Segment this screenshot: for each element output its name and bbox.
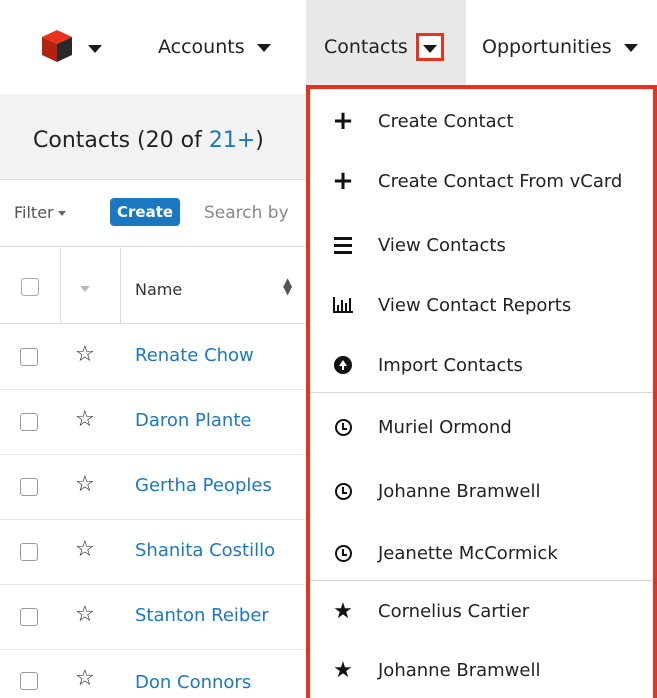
contacts-menu-toggle[interactable]: [415, 33, 444, 61]
menu-item-label: Jeanette McCormick: [378, 542, 558, 564]
table-row: ☆ Gertha Peoples: [0, 455, 310, 520]
nav-accounts-label: Accounts: [158, 36, 245, 58]
favorite-star-icon[interactable]: ☆: [75, 537, 95, 562]
menu-item-import-contacts[interactable]: Import Contacts: [310, 333, 653, 397]
chevron-down-icon[interactable]: [623, 44, 638, 52]
row-checkbox[interactable]: [20, 543, 38, 561]
plus-icon: +: [332, 106, 354, 136]
name-column-header[interactable]: Name: [135, 280, 182, 299]
menu-item-label: View Contact Reports: [378, 294, 572, 316]
contact-name-link[interactable]: Renate Chow: [135, 345, 254, 366]
menu-item-label: View Contacts: [378, 234, 506, 256]
contact-name-link[interactable]: Stanton Reiber: [135, 605, 269, 626]
table-row: ☆ Daron Plante: [0, 390, 310, 455]
menu-item-favorite-contact[interactable]: ★ Cornelius Cartier: [310, 579, 653, 643]
star-icon: ★: [333, 598, 353, 624]
menu-item-recent-contact[interactable]: Jeanette McCormick: [310, 521, 653, 585]
clock-icon: [332, 416, 354, 438]
nav-contacts[interactable]: Contacts: [306, 0, 466, 94]
bar-chart-icon: [332, 294, 354, 316]
menu-item-view-contact-reports[interactable]: View Contact Reports: [310, 273, 653, 337]
filter-dropdown[interactable]: Filter: [14, 203, 66, 222]
chevron-down-icon: [422, 44, 437, 53]
plus-icon: +: [332, 166, 354, 196]
page-title: Contacts (20 of 21+): [33, 128, 264, 153]
row-checkbox[interactable]: [20, 413, 38, 431]
table-row: ☆ Renate Chow: [0, 325, 310, 390]
nav-contacts-label: Contacts: [324, 36, 408, 58]
menu-item-label: Johanne Bramwell: [378, 480, 541, 502]
menu-item-label: Create Contact: [378, 110, 514, 132]
mass-action-caret-icon[interactable]: [80, 286, 90, 292]
contact-name-link[interactable]: Daron Plante: [135, 410, 251, 431]
menu-item-recent-contact[interactable]: Muriel Ormond: [310, 395, 653, 459]
top-nav: Accounts Contacts Opportunities: [0, 0, 657, 94]
star-icon: ★: [333, 657, 353, 683]
row-checkbox[interactable]: [20, 672, 38, 690]
menu-item-create-from-vcard[interactable]: + Create Contact From vCard: [310, 149, 653, 213]
clock-icon: [332, 480, 354, 502]
chevron-down-icon[interactable]: [256, 44, 271, 52]
table-row: ☆ Shanita Costillo: [0, 520, 310, 585]
menu-item-view-contacts[interactable]: View Contacts: [310, 213, 653, 277]
column-divider: [120, 248, 121, 324]
chevron-down-icon: [57, 211, 66, 216]
contact-name-link[interactable]: Don Connors: [135, 672, 251, 693]
nav-opportunities[interactable]: Opportunities: [482, 0, 638, 94]
menu-item-label: Create Contact From vCard: [378, 170, 623, 192]
favorite-star-icon[interactable]: ☆: [75, 342, 95, 367]
row-checkbox[interactable]: [20, 608, 38, 626]
table-row: ☆ Don Connors: [0, 650, 310, 698]
menu-item-label: Muriel Ormond: [378, 416, 512, 438]
nav-opportunities-label: Opportunities: [482, 36, 612, 58]
menu-item-label: Cornelius Cartier: [378, 600, 530, 622]
favorite-star-icon[interactable]: ☆: [75, 602, 95, 627]
page-title-suffix: ): [255, 128, 264, 153]
row-checkbox[interactable]: [20, 348, 38, 366]
upload-circle-icon: [332, 354, 354, 376]
logo-menu-caret-icon[interactable]: [88, 45, 102, 53]
select-all-checkbox[interactable]: [21, 278, 39, 296]
page-title-text: Contacts (20 of: [33, 128, 209, 153]
menu-item-label: Import Contacts: [378, 354, 523, 376]
clock-icon: [332, 542, 354, 564]
contact-name-link[interactable]: Shanita Costillo: [135, 540, 275, 561]
favorite-star-icon[interactable]: ☆: [75, 407, 95, 432]
contact-name-link[interactable]: Gertha Peoples: [135, 475, 272, 496]
favorite-star-icon[interactable]: ☆: [75, 472, 95, 497]
filter-label: Filter: [14, 203, 54, 222]
favorite-star-icon[interactable]: ☆: [75, 666, 95, 691]
table-row: ☆ Stanton Reiber: [0, 585, 310, 650]
search-input[interactable]: Search by: [204, 203, 289, 223]
record-count[interactable]: 21+: [209, 128, 255, 153]
menu-divider: [310, 392, 653, 393]
create-button[interactable]: Create: [110, 198, 181, 226]
list-icon: [332, 234, 354, 256]
row-checkbox[interactable]: [20, 478, 38, 496]
contacts-dropdown-menu: + Create Contact + Create Contact From v…: [306, 85, 657, 698]
sort-icon[interactable]: ▲ ▼: [283, 276, 292, 296]
sugar-cube-logo-icon[interactable]: [40, 28, 74, 64]
menu-item-label: Johanne Bramwell: [378, 659, 541, 681]
menu-item-create-contact[interactable]: + Create Contact: [310, 89, 653, 153]
column-divider: [60, 248, 61, 324]
menu-item-recent-contact[interactable]: Johanne Bramwell: [310, 459, 653, 523]
menu-item-favorite-contact[interactable]: ★ Johanne Bramwell: [310, 638, 653, 698]
nav-accounts[interactable]: Accounts: [158, 0, 271, 94]
